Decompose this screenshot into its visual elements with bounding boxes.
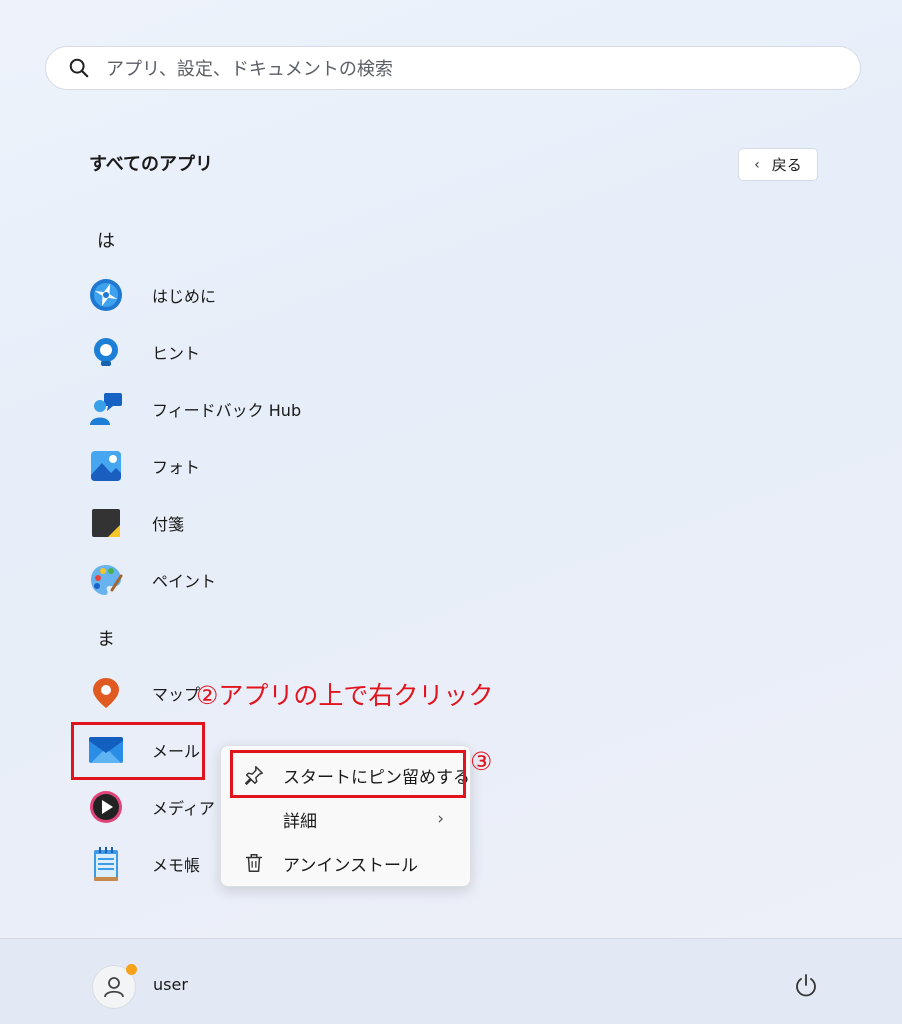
trash-icon [241, 850, 267, 876]
sticky-notes-icon [88, 505, 124, 541]
highlight-pin-box [230, 750, 466, 798]
app-item-tips[interactable]: ヒント [88, 330, 428, 374]
lightbulb-icon [88, 334, 124, 370]
app-label: はじめに [152, 287, 217, 306]
app-item-feedback-hub[interactable]: フィードバック Hub [88, 387, 428, 431]
menu-item-uninstall[interactable]: アンインストール [221, 843, 470, 883]
app-label: フォト [152, 458, 201, 477]
app-label: ペイント [152, 572, 217, 591]
feedback-hub-icon [88, 391, 124, 427]
app-item-getstarted[interactable]: はじめに [88, 273, 428, 317]
app-label: フィードバック Hub [152, 401, 302, 420]
back-button-label: 戻る [771, 156, 802, 174]
power-icon[interactable] [793, 973, 819, 999]
search-placeholder[interactable]: アプリ、設定、ドキュメントの検索 [106, 55, 393, 81]
notepad-icon [88, 846, 124, 882]
annotation-step3: ③ [470, 747, 493, 776]
menu-item-more[interactable]: 詳細 › [221, 799, 470, 839]
app-item-photos[interactable]: フォト [88, 444, 428, 488]
chevron-left-icon: ‹ [754, 156, 760, 173]
status-dot [126, 964, 137, 975]
app-label: ヒント [152, 344, 201, 363]
user-avatar[interactable] [92, 964, 137, 1009]
app-item-sticky-notes[interactable]: 付箋 [88, 501, 428, 545]
search-box[interactable]: アプリ、設定、ドキュメントの検索 [45, 46, 861, 90]
getstarted-icon [88, 277, 124, 313]
menu-item-label: アンインストール [283, 855, 418, 876]
user-name[interactable]: user [153, 975, 188, 994]
map-pin-icon [88, 675, 124, 711]
footer-bar: user [0, 938, 902, 1024]
chevron-right-icon: › [437, 809, 444, 829]
app-label: メモ帳 [152, 856, 201, 875]
app-label: マップ [152, 685, 201, 704]
annotation-step2: ②アプリの上で右クリック [196, 681, 494, 710]
photos-icon [88, 448, 124, 484]
page-title: すべてのアプリ [89, 154, 214, 175]
blank-icon-slot [241, 806, 267, 832]
highlight-mail-box [71, 722, 205, 780]
search-icon [69, 58, 89, 78]
back-button[interactable]: ‹ 戻る [738, 148, 818, 181]
section-letter-ma[interactable]: ま [97, 625, 115, 651]
paint-palette-icon [88, 562, 124, 598]
menu-item-label: 詳細 [283, 811, 317, 832]
section-letter-ha[interactable]: は [97, 227, 115, 253]
app-item-paint[interactable]: ペイント [88, 558, 428, 602]
media-player-icon [88, 789, 124, 825]
person-icon [104, 977, 124, 998]
app-label: 付箋 [152, 515, 185, 534]
